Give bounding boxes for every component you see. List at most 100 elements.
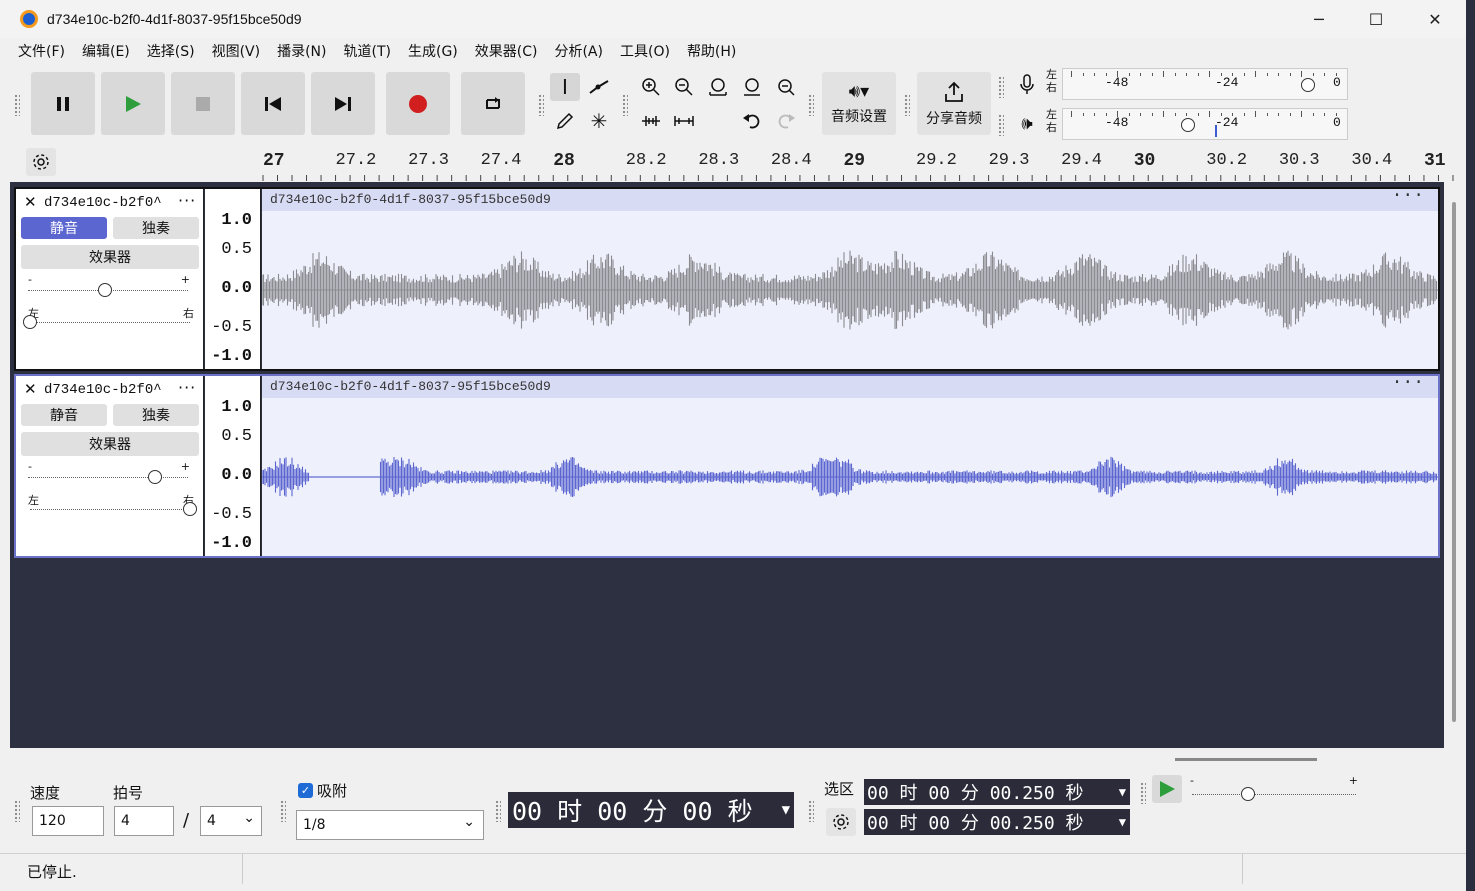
menu-help[interactable]: 帮助(H) xyxy=(687,41,736,61)
clip-menu-icon[interactable]: ··· xyxy=(1392,185,1424,207)
record-button[interactable] xyxy=(386,72,450,135)
pan-slider-thumb[interactable] xyxy=(183,502,197,516)
playback-level-slider-thumb[interactable] xyxy=(1181,118,1195,132)
gain-slider-thumb[interactable] xyxy=(148,470,162,484)
play-at-speed-button[interactable] xyxy=(1152,775,1182,803)
skip-start-button[interactable] xyxy=(241,72,305,135)
time-display[interactable]: 00 时 00 分 00 秒 ▼ xyxy=(508,792,794,828)
audio-clip[interactable]: d734e10c-b2f0-4d1f-8037-95f15bce50d9 ··· xyxy=(262,373,1438,556)
zoom-toggle-button[interactable] xyxy=(771,73,801,101)
gain-slider-thumb[interactable] xyxy=(98,283,112,297)
share-audio-button[interactable]: 分享音频 xyxy=(917,72,991,135)
undo-button[interactable] xyxy=(737,107,767,135)
clip-header[interactable]: d734e10c-b2f0-4d1f-8037-95f15bce50d9 ··· xyxy=(262,186,1438,211)
pause-button[interactable] xyxy=(31,72,95,135)
zoom-out-button[interactable] xyxy=(669,73,699,101)
effects-button[interactable]: 效果器 xyxy=(21,245,199,269)
snap-checkbox[interactable]: ✓ xyxy=(298,783,313,798)
pan-slider[interactable]: 左 右 xyxy=(22,307,198,333)
selection-tool-button[interactable]: I xyxy=(550,73,580,101)
draw-tool-button[interactable] xyxy=(550,107,580,135)
toolbar-grip[interactable] xyxy=(538,94,544,116)
redo-button[interactable] xyxy=(771,107,801,135)
menu-generate[interactable]: 生成(G) xyxy=(408,41,458,61)
close-button[interactable]: ✕ xyxy=(1406,0,1464,38)
gain-slider[interactable]: - + xyxy=(26,273,194,297)
track-menu-icon[interactable]: ··· xyxy=(178,191,196,210)
fit-selection-button[interactable] xyxy=(703,73,733,101)
menu-transport[interactable]: 播录(N) xyxy=(277,41,326,61)
minimize-button[interactable]: ─ xyxy=(1290,0,1348,38)
toolbar-grip[interactable] xyxy=(1140,782,1146,804)
horizontal-scrollbar[interactable] xyxy=(1175,758,1317,761)
toolbar-grip[interactable] xyxy=(998,114,1004,136)
trim-audio-button[interactable] xyxy=(636,107,666,135)
vertical-scale[interactable]: 1.0 0.5 0.0 -0.5 -1.0 xyxy=(205,376,261,556)
toolbar-grip[interactable] xyxy=(14,94,20,116)
playback-meter-button[interactable]: 🕪 xyxy=(1012,109,1042,137)
selection-options-button[interactable] xyxy=(826,808,856,836)
record-meter[interactable]: -48 -24 0 xyxy=(1062,68,1348,100)
clip-menu-icon[interactable]: ··· xyxy=(1392,372,1424,394)
toolbar-grip[interactable] xyxy=(280,800,286,822)
record-meter-button[interactable] xyxy=(1012,70,1042,98)
clip-header[interactable]: d734e10c-b2f0-4d1f-8037-95f15bce50d9 ··· xyxy=(262,373,1438,398)
skip-end-button[interactable] xyxy=(311,72,375,135)
vertical-scale[interactable]: 1.0 0.5 0.0 -0.5 -1.0 xyxy=(205,189,261,369)
menu-view[interactable]: 视图(V) xyxy=(212,41,261,61)
time-signature-denominator[interactable]: 4 ⌄ xyxy=(200,806,262,836)
toolbar-grip[interactable] xyxy=(622,94,628,116)
zoom-in-button[interactable] xyxy=(636,73,666,101)
multi-tool-button[interactable]: ✳ xyxy=(584,107,614,135)
close-track-icon[interactable]: ✕ xyxy=(24,193,37,211)
menu-effect[interactable]: 效果器(C) xyxy=(475,41,538,61)
toolbar-grip[interactable] xyxy=(998,76,1004,98)
toolbar-grip[interactable] xyxy=(808,94,814,116)
menu-tools[interactable]: 工具(O) xyxy=(620,41,670,61)
timeline-ruler[interactable]: 27 27.2 27.3 27.4 28 28.2 28.3 28.4 29 29.2 29.3 29… xyxy=(0,148,1466,182)
selection-end[interactable]: 00 时 00 分 00.250 秒 ▼ xyxy=(864,809,1130,835)
speed-slider-thumb[interactable] xyxy=(1241,787,1255,801)
audio-clip[interactable]: d734e10c-b2f0-4d1f-8037-95f15bce50d9 ··· xyxy=(262,186,1438,369)
menu-edit[interactable]: 编辑(E) xyxy=(82,41,130,61)
pan-slider-thumb[interactable] xyxy=(23,315,37,329)
audio-track[interactable]: ✕ d734e10c-b2f0^ ··· 静音 独奏 效果器 - + 左 右 1… xyxy=(14,186,1440,371)
effects-button[interactable]: 效果器 xyxy=(21,432,199,456)
menu-select[interactable]: 选择(S) xyxy=(147,41,195,61)
menu-tracks[interactable]: 轨道(T) xyxy=(344,41,391,61)
play-button[interactable] xyxy=(101,72,165,135)
selection-start[interactable]: 00 时 00 分 00.250 秒 ▼ xyxy=(864,779,1130,805)
solo-button[interactable]: 独奏 xyxy=(113,404,199,426)
time-signature-numerator[interactable]: 4 xyxy=(114,806,174,836)
loop-button[interactable] xyxy=(461,72,525,135)
menu-analyze[interactable]: 分析(A) xyxy=(554,41,603,61)
menu-file[interactable]: 文件(F) xyxy=(18,41,65,61)
mute-button[interactable]: 静音 xyxy=(21,404,107,426)
toolbar-grip[interactable] xyxy=(808,800,814,822)
stop-button[interactable] xyxy=(171,72,235,135)
envelope-icon xyxy=(589,80,609,94)
close-track-icon[interactable]: ✕ xyxy=(24,380,37,398)
pan-slider[interactable]: 左 右 xyxy=(22,494,198,520)
fit-project-button[interactable] xyxy=(737,73,767,101)
envelope-tool-button[interactable] xyxy=(584,73,614,101)
solo-button[interactable]: 独奏 xyxy=(113,217,199,239)
silence-audio-button[interactable] xyxy=(669,107,699,135)
record-level-slider-thumb[interactable] xyxy=(1301,78,1315,92)
toolbar-grip[interactable] xyxy=(14,800,20,822)
maximize-button[interactable]: ☐ xyxy=(1347,0,1405,38)
snap-select[interactable]: 1/8 ⌄ xyxy=(296,810,484,840)
audio-track[interactable]: ✕ d734e10c-b2f0^ ··· 静音 独奏 效果器 - + 左 右 1… xyxy=(14,373,1440,558)
track-name-button[interactable]: d734e10c-b2f0^ xyxy=(44,195,162,211)
toolbar-grip[interactable] xyxy=(495,800,501,822)
toolbar-grip[interactable] xyxy=(904,94,910,116)
track-name-button[interactable]: d734e10c-b2f0^ xyxy=(44,382,162,398)
playback-meter[interactable]: -48 -24 0 xyxy=(1062,108,1348,140)
gain-slider[interactable]: - + xyxy=(26,460,194,484)
play-speed-slider[interactable]: - + xyxy=(1190,774,1362,804)
track-area-scrollbar[interactable] xyxy=(1452,202,1456,722)
track-menu-icon[interactable]: ··· xyxy=(178,378,196,397)
mute-button[interactable]: 静音 xyxy=(21,217,107,239)
tempo-input[interactable]: 120 xyxy=(32,806,104,836)
audio-setup-button[interactable]: 🔊︎▾ 音频设置 xyxy=(822,72,896,135)
